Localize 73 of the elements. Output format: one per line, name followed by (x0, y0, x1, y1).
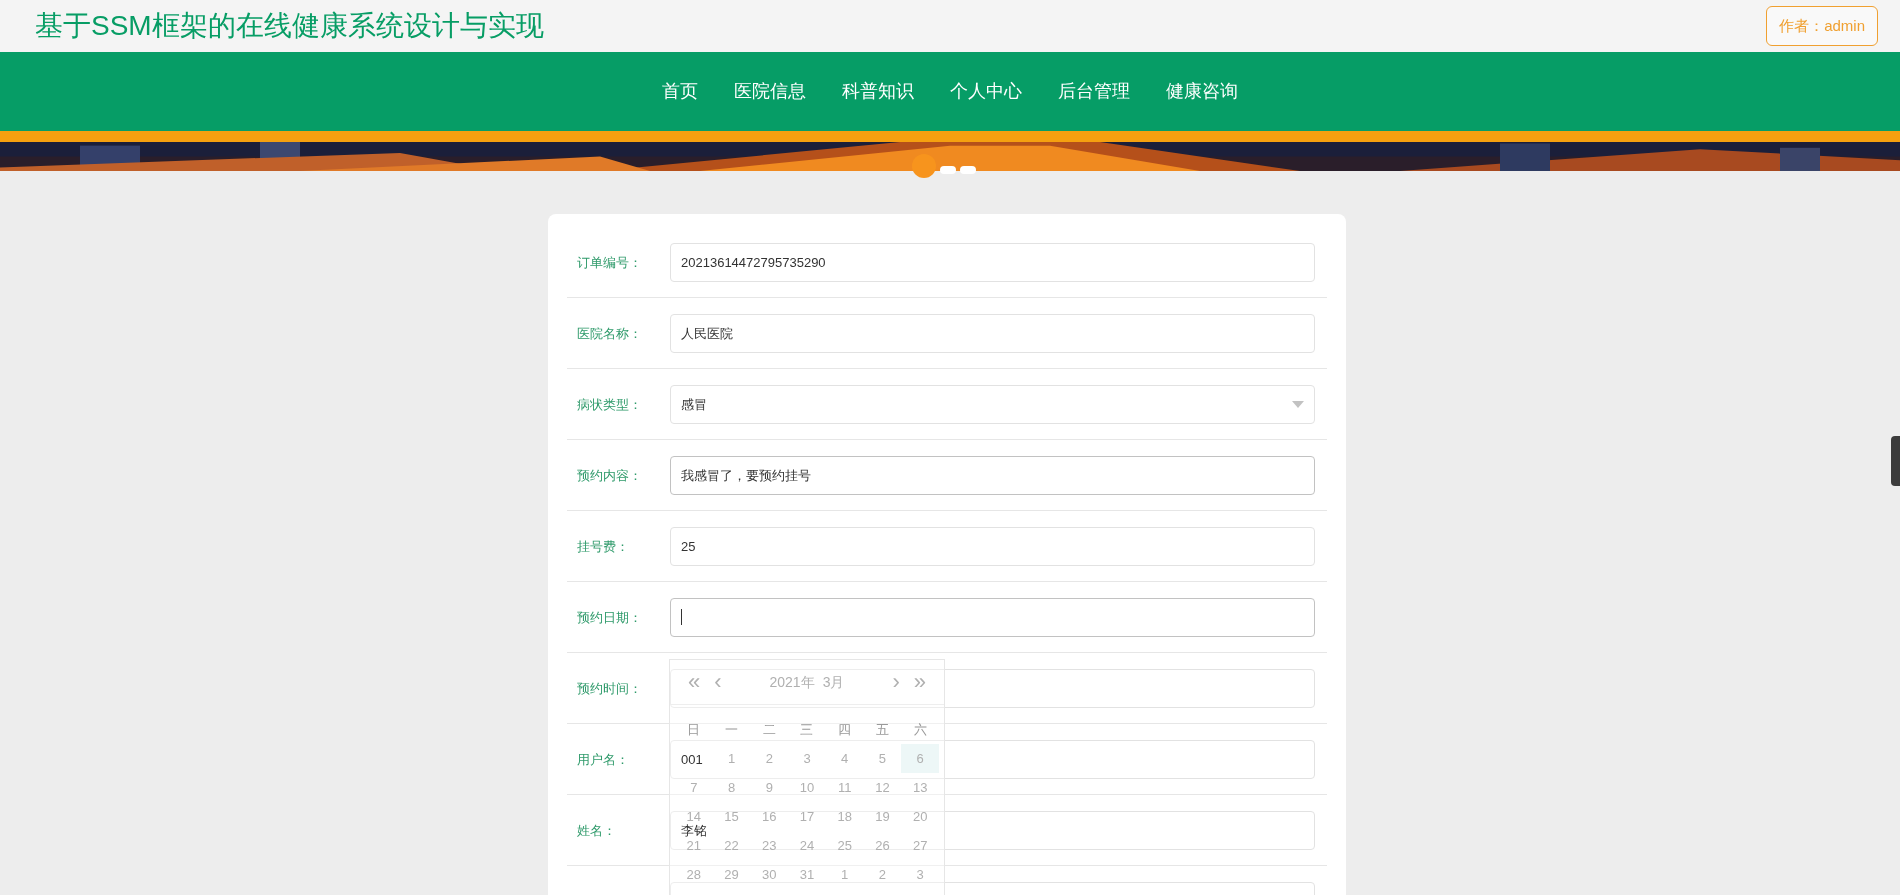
input-field[interactable] (670, 597, 1315, 637)
day-number[interactable]: 3 (916, 868, 924, 881)
input-field[interactable]: 25 (670, 526, 1315, 566)
day-number[interactable]: 12 (875, 781, 890, 794)
day-number[interactable]: 22 (724, 839, 739, 852)
day-number[interactable]: 20 (912, 810, 928, 823)
day-number[interactable]: 6 (916, 752, 924, 765)
weekday-label: 二 (761, 720, 777, 739)
nav-link[interactable]: 医院信息 (716, 78, 824, 105)
day-number[interactable]: 4 (841, 752, 849, 765)
day-number[interactable]: 24 (799, 839, 815, 852)
day-number[interactable]: 16 (762, 810, 777, 823)
input-field[interactable] (670, 668, 1315, 708)
field-label: 预约时间： (577, 681, 642, 696)
input-field[interactable]: 人民医院 (670, 313, 1315, 353)
field-label: 用户名： (577, 752, 629, 767)
day-number[interactable]: 1 (727, 752, 736, 765)
field-label: 预约内容： (577, 468, 642, 483)
next-year-button[interactable]: » (913, 671, 926, 693)
day-number[interactable]: 10 (799, 781, 815, 794)
previous-month-button[interactable]: ‹ (714, 671, 722, 693)
day-number[interactable]: 15 (724, 810, 739, 823)
day-number[interactable]: 1 (841, 868, 849, 881)
day-number[interactable]: 17 (799, 810, 815, 823)
day-number[interactable]: 21 (686, 839, 702, 852)
day-number[interactable]: 3 (803, 752, 811, 765)
day-number[interactable]: 9 (765, 781, 773, 794)
weekday-label: 六 (912, 720, 928, 739)
day-number[interactable]: 2 (878, 868, 887, 881)
author-button[interactable]: 作者：admin (1766, 6, 1878, 46)
day-number[interactable]: 31 (799, 868, 815, 881)
nav-link[interactable]: 首页 (644, 78, 716, 105)
day-number[interactable]: 30 (762, 868, 777, 881)
year-label[interactable]: 2021年 (769, 671, 815, 693)
field-label: 预约日期： (577, 610, 642, 625)
select-field[interactable]: 感冒 (670, 384, 1315, 424)
day-number[interactable]: 23 (762, 839, 777, 852)
day-number[interactable]: 26 (875, 839, 890, 852)
previous-year-button[interactable]: « (688, 671, 701, 693)
input-field[interactable]: 我感冒了，要预约挂号 (670, 455, 1315, 495)
field-label: 医院名称： (577, 326, 642, 341)
day-number[interactable]: 19 (875, 810, 890, 823)
day-number[interactable]: 29 (724, 868, 739, 881)
day-number[interactable]: 8 (727, 781, 736, 794)
day-number[interactable]: 5 (878, 752, 887, 765)
field-label: 订单编号： (577, 255, 642, 270)
next-month-button[interactable]: › (892, 671, 900, 693)
month-label[interactable]: 3月 (822, 671, 845, 693)
weekday-label: 四 (837, 720, 853, 739)
day-number[interactable]: 14 (686, 810, 702, 823)
input-field[interactable]: 20213614472795735290 (670, 242, 1315, 282)
day-number[interactable]: 7 (690, 781, 698, 794)
nav-link[interactable]: 后台管理 (1040, 78, 1148, 105)
day-number[interactable]: 13 (912, 781, 928, 794)
day-number[interactable]: 11 (837, 781, 852, 794)
weekday-label: 日 (686, 720, 702, 739)
field-label: 姓名： (577, 823, 616, 838)
day-number[interactable]: 2 (765, 752, 773, 765)
side-tab[interactable] (1891, 436, 1900, 486)
field-label: 病状类型： (577, 397, 642, 412)
day-number[interactable]: 25 (837, 839, 852, 852)
nav-link[interactable]: 科普知识 (824, 78, 932, 105)
caret-icon (1292, 400, 1304, 408)
field-label: 挂号费： (577, 539, 629, 554)
site-title: 基于SSM框架的在线健康系统设计与实现 (35, 9, 544, 43)
nav-link[interactable]: 健康咨询 (1148, 78, 1256, 105)
day-number[interactable]: 27 (912, 839, 928, 852)
day-number[interactable]: 28 (686, 868, 702, 881)
weekday-label: 三 (799, 720, 815, 739)
weekday-label: 五 (874, 720, 890, 739)
day-number[interactable]: 18 (837, 810, 852, 823)
nav-link[interactable]: 个人中心 (932, 78, 1040, 105)
selected-day-cell[interactable]: 6 (901, 744, 939, 773)
